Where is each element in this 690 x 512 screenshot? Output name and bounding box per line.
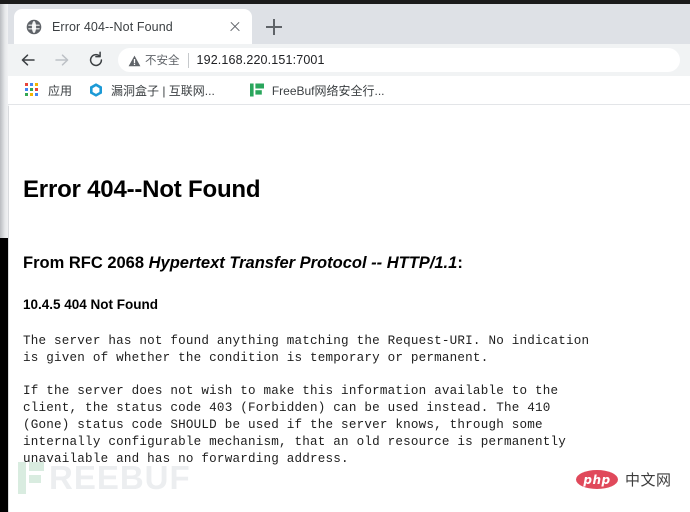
close-icon[interactable] [226,18,244,36]
bookmark-apps[interactable]: 应用 [18,79,79,101]
paragraph-details: If the server does not wish to make this… [23,384,567,466]
paragraph-description: The server has not found anything matchi… [23,334,590,365]
tab-title: Error 404--Not Found [52,19,173,34]
back-button[interactable] [14,46,42,74]
security-status-label: 不安全 [145,55,180,67]
rfc-suffix: : [457,254,463,272]
content-left-border [8,106,9,512]
bookmark-label: 漏洞盒子 | 互联网... [111,83,215,98]
bookmark-vulbox[interactable]: 漏洞盒子 | 互联网... [81,79,222,101]
globe-icon [26,19,42,35]
bookmark-label: 应用 [48,83,73,98]
url-text: 192.168.220.151:7001 [196,53,325,67]
browser-window: Error 404--Not Found 不安全 192.168.220.151… [0,0,690,512]
bookmarks-bar: 应用 漏洞盒子 | 互联网... FreeBuf网络安全行... [8,76,690,105]
page-content: Error 404--Not Found From RFC 2068 Hyper… [9,106,690,512]
reload-button[interactable] [82,46,110,74]
rfc-prefix: From RFC 2068 [23,254,149,272]
new-tab-button[interactable] [260,13,288,41]
bookmark-label: FreeBuf网络安全行... [271,83,385,98]
forward-button[interactable] [48,46,76,74]
browser-tab[interactable]: Error 404--Not Found [14,9,252,44]
section-heading: 10.4.5 404 Not Found [23,297,159,312]
apps-grid-icon [25,82,41,98]
browser-toolbar: 不安全 192.168.220.151:7001 [8,44,690,76]
freebuf-logo-icon [249,82,265,98]
rfc-italic-title: Hypertext Transfer Protocol -- HTTP/1.1 [148,254,458,272]
omnibox-divider [187,52,189,68]
arrow-left-icon [21,54,35,66]
vulbox-hexagon-icon [88,82,104,98]
bookmark-freebuf[interactable]: FreeBuf网络安全行... [242,79,392,101]
tab-strip: Error 404--Not Found [8,4,690,44]
rfc-reference-heading: From RFC 2068 Hypertext Transfer Protoco… [23,254,463,273]
address-bar[interactable]: 不安全 192.168.220.151:7001 [118,48,680,72]
security-status-chip[interactable]: 不安全 [128,52,180,68]
page-title: Error 404--Not Found [23,176,261,203]
reload-icon [89,51,103,67]
warning-triangle-icon [128,54,141,67]
arrow-right-icon [55,54,69,66]
